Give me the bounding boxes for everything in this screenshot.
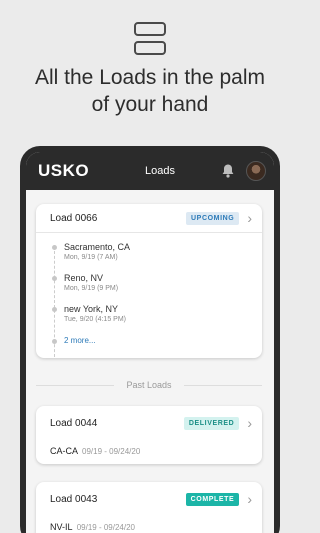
app-bar: USKO Loads [26,152,274,190]
load-card-past[interactable]: Load 0044 DELIVERED › CA-CA 09/19 - 09/2… [36,406,262,464]
card-header: Load 0066 UPCOMING › [36,204,262,232]
more-stops-label: 2 more... [64,336,96,345]
tagline-line-1: All the Loads in the palm [35,66,265,89]
stop-dot-icon [52,245,57,250]
status-badge: UPCOMING [186,211,240,225]
chevron-right-icon[interactable]: › [247,416,252,430]
route-dates: 09/19 - 09/24/20 [76,523,135,532]
stop-item: Reno, NV Mon, 9/19 (9 PM) [50,272,262,303]
page-title: Loads [145,165,175,177]
chevron-right-icon[interactable]: › [247,211,252,225]
route-code: NV-IL [50,522,73,532]
stop-dot-icon [52,307,57,312]
status-badge: DELIVERED [183,416,240,430]
route-code: CA-CA [50,446,78,456]
load-card-past[interactable]: Load 0043 COMPLETE › NV-IL 09/19 - 09/24… [36,482,262,533]
stop-dot-icon [52,339,57,344]
load-title: Load 0043 [50,493,98,505]
route-dates: 09/19 - 09/24/20 [82,447,141,456]
status-badge: COMPLETE [185,492,240,506]
stop-dot-icon [52,276,57,281]
app-screen: USKO Loads Load 0066 UPCOMING › Sacramen… [26,152,274,533]
card-header: Load 0044 DELIVERED › [36,406,262,440]
phone-frame: USKO Loads Load 0066 UPCOMING › Sacramen… [20,146,280,533]
tagline: All the Loads in the palm of your hand [0,64,300,118]
past-loads-separator: Past Loads [36,380,262,390]
load-title: Load 0066 [50,212,98,224]
divider [183,384,262,386]
card-header: Load 0043 COMPLETE › [36,482,262,516]
stop-city: Sacramento, CA [64,242,131,252]
tagline-line-2: of your hand [91,93,209,116]
stop-city: new York, NY [64,304,119,314]
bell-icon[interactable] [220,163,236,179]
stop-date: Tue, 9/20 (4:15 PM) [64,316,126,323]
load-card-current[interactable]: Load 0066 UPCOMING › Sacramento, CA Mon,… [36,204,262,358]
route-summary: CA-CA 09/19 - 09/24/20 [36,440,262,464]
app-logo: USKO [38,161,90,180]
stacked-cards-icon [134,22,166,56]
chevron-right-icon[interactable]: › [247,492,252,506]
stop-city: Reno, NV [64,273,104,283]
stop-item: new York, NY Tue, 9/20 (4:15 PM) [50,303,262,334]
section-label: Past Loads [126,380,172,390]
avatar[interactable] [246,161,266,181]
stop-item: Sacramento, CA Mon, 9/19 (7 AM) [50,241,262,272]
divider [36,384,115,386]
stop-date: Mon, 9/19 (9 PM) [64,285,119,292]
stop-date: Mon, 9/19 (7 AM) [64,254,118,261]
load-title: Load 0044 [50,417,98,429]
more-stops-link[interactable]: 2 more... [50,334,262,354]
stop-list: Sacramento, CA Mon, 9/19 (7 AM) Reno, NV… [36,233,262,358]
route-summary: NV-IL 09/19 - 09/24/20 [36,516,262,533]
